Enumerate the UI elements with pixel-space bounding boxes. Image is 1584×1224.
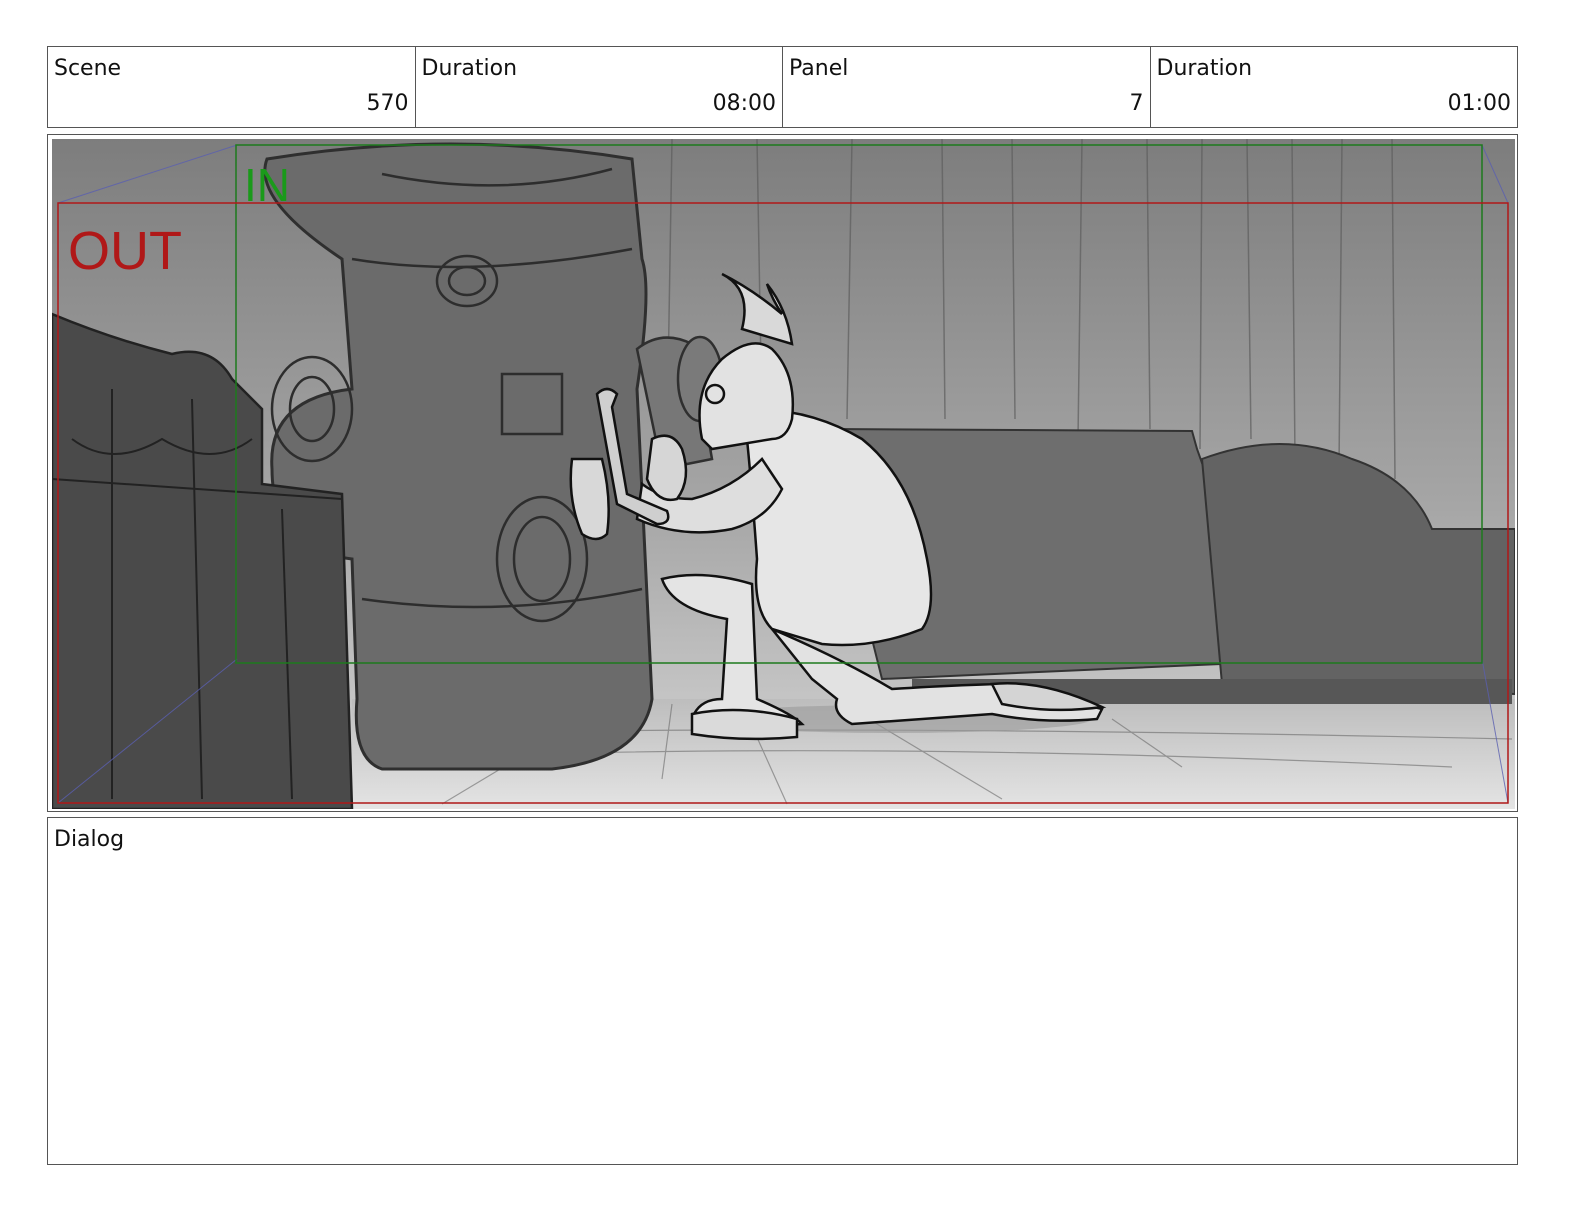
character-shoe: [690, 708, 799, 741]
storyboard-panel: IN OUT: [47, 134, 1518, 812]
panel-label: Panel: [789, 56, 849, 81]
dialog-box: Dialog: [47, 817, 1518, 1165]
scene-duration-label: Duration: [421, 56, 518, 81]
character-wrench-hand: [645, 434, 688, 502]
panel-duration-label: Duration: [1156, 56, 1253, 81]
scene-cell: Scene 570: [48, 47, 416, 127]
dialog-text[interactable]: [54, 862, 1511, 1158]
panel-duration-value: 01:00: [1447, 91, 1511, 116]
panel-info-header: Scene 570 Duration 08:00 Panel 7 Duratio…: [47, 46, 1518, 128]
panel-duration-cell: Duration 01:00: [1151, 47, 1518, 127]
panel-cell: Panel 7: [783, 47, 1151, 127]
scene-duration-value: 08:00: [712, 91, 776, 116]
scene-label: Scene: [54, 56, 122, 81]
scene-duration-cell: Duration 08:00: [416, 47, 783, 127]
panel-value: 7: [1129, 91, 1144, 116]
dialog-label: Dialog: [54, 827, 125, 852]
out-label: OUT: [68, 221, 182, 281]
storyboard-sketch: IN OUT: [52, 139, 1515, 809]
scene-value: 570: [366, 91, 409, 116]
